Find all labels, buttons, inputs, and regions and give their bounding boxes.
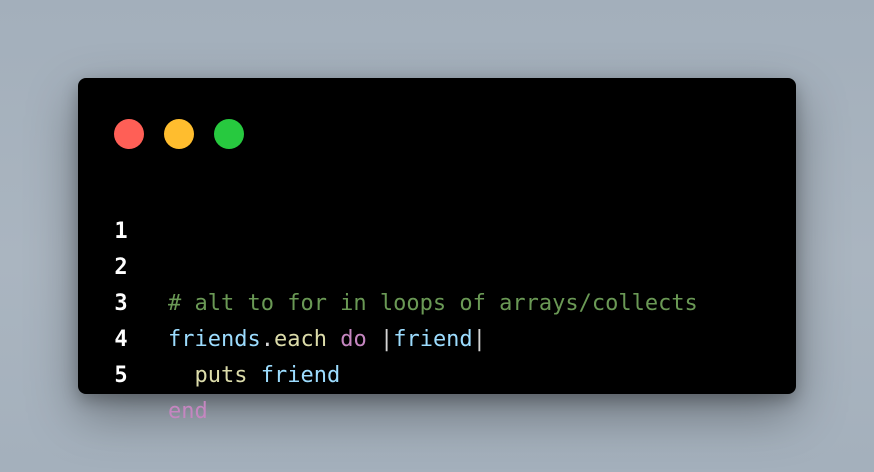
code-line: 5 end — [78, 322, 796, 424]
window-controls — [114, 119, 244, 149]
code-block: 1 2 # alt to for in loops of arrays/coll… — [78, 178, 796, 424]
keyword-token: end — [168, 399, 208, 424]
code-line: 1 — [78, 178, 796, 244]
minimize-dot-icon[interactable] — [164, 119, 194, 149]
line-number: 5 — [114, 363, 128, 388]
close-dot-icon[interactable] — [114, 119, 144, 149]
line-content: puts friend — [168, 358, 341, 394]
maximize-dot-icon[interactable] — [214, 119, 244, 149]
variable-token: friend — [260, 363, 341, 388]
line-content: end — [168, 394, 208, 430]
code-line: 3 friends.each do |friend| — [78, 250, 796, 352]
code-line: 2 # alt to for in loops of arrays/collec… — [78, 214, 796, 316]
code-line: 4 puts friend — [78, 286, 796, 388]
method-token: puts — [194, 363, 248, 388]
indent-token — [168, 363, 195, 388]
code-window: 1 2 # alt to for in loops of arrays/coll… — [78, 78, 796, 424]
